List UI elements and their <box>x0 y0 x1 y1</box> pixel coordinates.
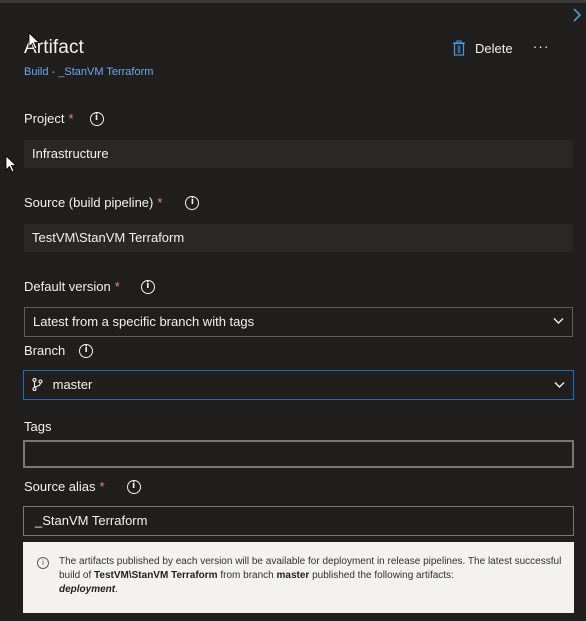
more-options-button[interactable]: ··· <box>533 39 550 57</box>
info-icon[interactable]: i <box>126 480 141 494</box>
source-pipeline-field[interactable]: TestVM\StanVM Terraform <box>24 224 573 252</box>
message-pipeline-name: TestVM\StanVM Terraform <box>94 570 218 581</box>
chevron-right-icon <box>573 8 582 22</box>
panel-header: Artifact Build - _StanVM Terraform <box>24 36 153 79</box>
chevron-down-icon <box>553 318 564 324</box>
message-text: published the following artifacts: <box>309 570 454 581</box>
tags-label: Tags <box>24 419 51 435</box>
default-version-label: Default version * i <box>24 279 155 295</box>
required-marker: * <box>114 279 120 294</box>
info-icon[interactable]: i <box>89 112 104 126</box>
delete-button[interactable]: Delete <box>452 40 513 56</box>
info-icon: i <box>37 557 49 569</box>
info-message-bar: i The artifacts published by each versio… <box>23 542 574 613</box>
tags-label-text: Tags <box>24 419 52 434</box>
message-text: . <box>115 584 118 595</box>
git-branch-icon <box>32 377 43 392</box>
default-version-label-text: Default version <box>24 279 111 294</box>
branch-value: master <box>52 377 93 392</box>
close-panel-button[interactable] <box>572 8 586 24</box>
panel-subtitle-link[interactable]: Build - _StanVM Terraform <box>24 66 153 79</box>
project-label: Project * i <box>24 111 104 127</box>
project-label-text: Project <box>24 111 65 126</box>
required-marker: * <box>68 111 74 126</box>
default-version-value: Latest from a specific branch with tags <box>33 314 255 329</box>
source-alias-label-text: Source alias <box>24 479 96 494</box>
chevron-down-icon <box>554 382 565 388</box>
delete-label: Delete <box>475 40 513 56</box>
branch-dropdown[interactable]: master <box>23 370 574 400</box>
default-version-dropdown[interactable]: Latest from a specific branch with tags <box>24 307 573 337</box>
required-marker: * <box>99 479 105 494</box>
mouse-cursor-icon <box>5 155 17 173</box>
trash-icon <box>453 40 465 56</box>
project-field[interactable]: Infrastructure <box>24 140 573 168</box>
branch-label: Branch i <box>24 343 94 359</box>
tags-input[interactable] <box>23 440 574 468</box>
header-actions: Delete ··· <box>452 39 550 57</box>
source-label-text: Source (build pipeline) <box>24 195 154 210</box>
message-branch-name: master <box>276 570 310 581</box>
panel-title: Artifact <box>24 37 84 58</box>
mouse-cursor-icon <box>28 32 40 50</box>
branch-label-text: Branch <box>24 343 66 358</box>
message-artifact-name: deployment <box>59 584 116 595</box>
source-alias-input[interactable]: _StanVM Terraform <box>23 506 574 536</box>
required-marker: * <box>157 195 163 210</box>
window-top-strip <box>0 0 586 3</box>
info-icon[interactable]: i <box>140 280 155 294</box>
info-icon[interactable]: i <box>79 344 94 358</box>
info-icon[interactable]: i <box>185 196 200 210</box>
message-text: from branch <box>217 570 277 581</box>
source-alias-label: Source alias * i <box>24 479 141 495</box>
source-label: Source (build pipeline) * i <box>24 195 200 211</box>
